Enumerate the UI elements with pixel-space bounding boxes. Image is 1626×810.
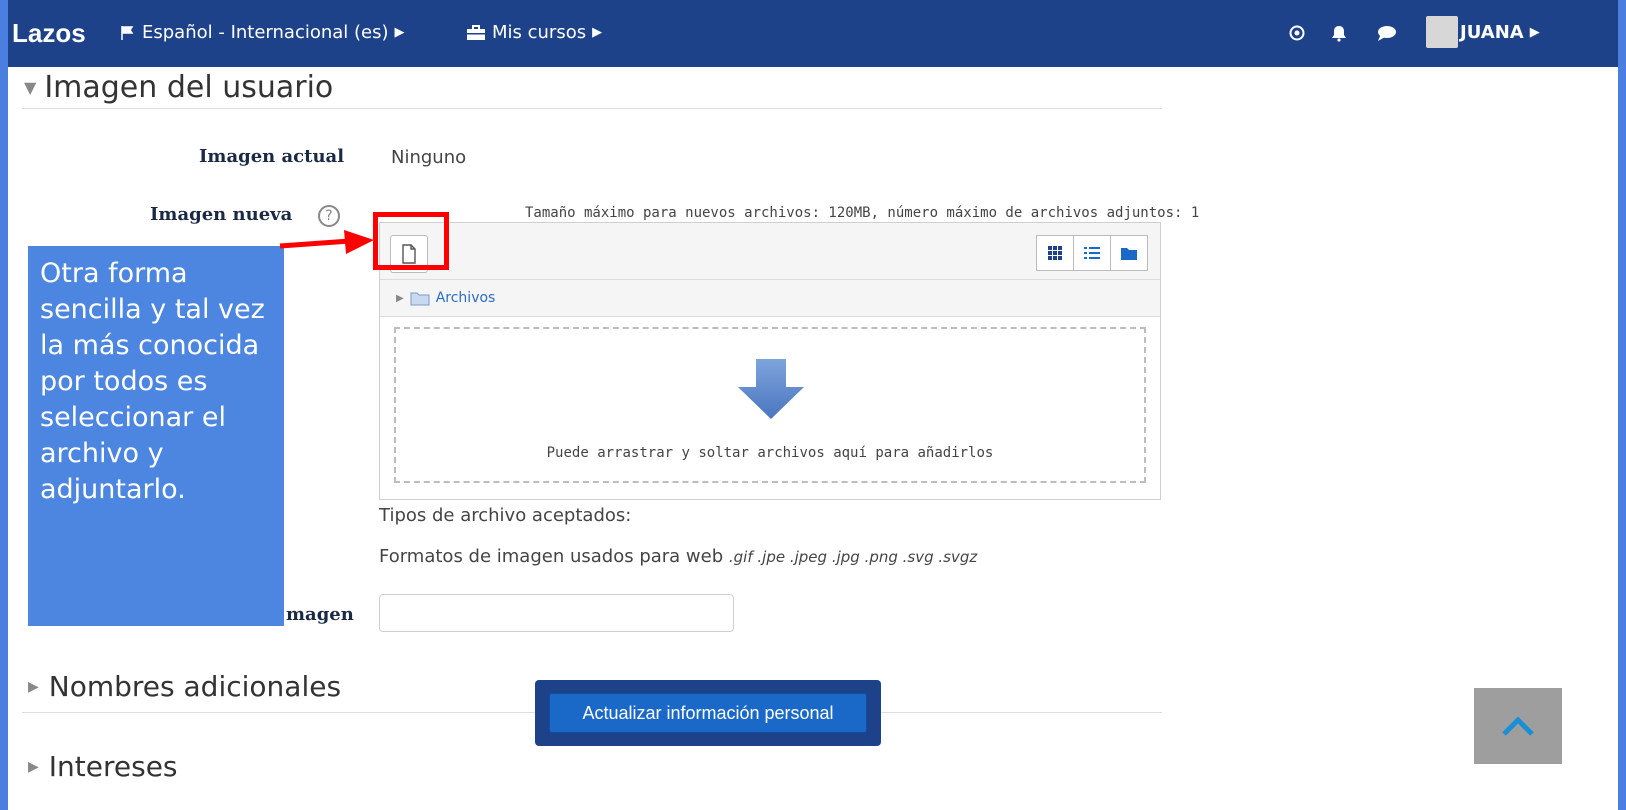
divider <box>22 108 1162 109</box>
formats-extensions: .gif .jpe .jpeg .jpg .png .svg .svgz <box>728 548 978 566</box>
my-courses-menu[interactable]: Mis cursos ▶ <box>466 22 602 43</box>
accepted-types-label: Tipos de archivo aceptados: <box>379 505 632 526</box>
picture-description-label: magen <box>286 604 354 625</box>
language-menu[interactable]: Español - Internacional (es) ▶ <box>120 22 405 43</box>
caret-right-icon: ▶ <box>592 25 603 40</box>
section-additional-names[interactable]: ▶ Nombres adicionales <box>28 670 341 703</box>
new-picture-label: Imagen nueva <box>150 204 293 225</box>
file-picker: ▶ Archivos Puede arrastrar y soltar arch… <box>379 222 1161 500</box>
folder-icon <box>410 292 430 305</box>
help-circle-icon[interactable] <box>1280 16 1314 50</box>
top-navbar: Lazos Español - Internacional (es) ▶ Mis… <box>8 0 1618 67</box>
bell-icon[interactable] <box>1322 16 1356 50</box>
max-file-size: Tamaño máximo para nuevos archivos: 120M… <box>525 205 1200 221</box>
briefcase-icon <box>467 24 485 40</box>
view-icons-button[interactable] <box>1036 235 1074 271</box>
drop-zone[interactable]: Puede arrastrar y soltar archivos aquí p… <box>394 327 1146 483</box>
my-courses-label: Mis cursos <box>492 22 587 43</box>
update-profile-button[interactable]: Actualizar información personal <box>549 693 867 733</box>
user-menu[interactable]: JUANA ▶ <box>1460 22 1540 43</box>
site-brand[interactable]: Lazos <box>12 18 86 49</box>
annotation-callout: Otra forma sencilla y tal vez la más con… <box>28 246 284 626</box>
current-picture-label: Imagen actual <box>199 146 345 167</box>
current-picture-value: Ninguno <box>391 147 467 168</box>
formats-label: Formatos de imagen usados para web <box>379 546 724 567</box>
language-menu-label: Español - Internacional (es) <box>142 22 389 43</box>
folder-icon <box>1121 248 1137 260</box>
picture-description-input[interactable] <box>379 594 734 632</box>
page: Lazos Español - Internacional (es) ▶ Mis… <box>8 0 1618 810</box>
file-picker-toolbar <box>380 223 1160 280</box>
flag-icon <box>121 25 134 40</box>
caret-right-icon: ▶ <box>394 25 405 40</box>
chat-icon[interactable] <box>1370 16 1404 50</box>
view-list-button[interactable] <box>1073 235 1111 271</box>
accepted-formats: Formatos de imagen usados para web .gif … <box>379 546 977 567</box>
annotation-arrow-icon <box>279 230 374 254</box>
section-interests[interactable]: ▶ Intereses <box>28 750 178 783</box>
caret-right-icon: ▶ <box>28 758 39 775</box>
caret-right-icon: ▶ <box>28 678 39 695</box>
drop-zone-text: Puede arrastrar y soltar archivos aquí p… <box>546 445 994 461</box>
section-title: Intereses <box>48 750 178 783</box>
user-name: JUANA <box>1460 22 1524 43</box>
view-tree-button[interactable] <box>1110 235 1148 271</box>
avatar[interactable] <box>1426 16 1458 48</box>
chevron-up-icon <box>1502 716 1534 736</box>
section-user-picture[interactable]: ▼ Imagen del usuario <box>24 70 333 105</box>
section-title: Nombres adicionales <box>48 670 342 703</box>
caret-down-icon: ▼ <box>24 78 37 97</box>
grid-icon <box>1048 246 1062 260</box>
file-picker-path[interactable]: ▶ Archivos <box>380 280 1160 317</box>
folder-label: Archivos <box>435 290 496 306</box>
highlight-box <box>373 212 449 270</box>
caret-right-icon: ▶ <box>1529 25 1540 40</box>
update-button-highlight: Actualizar información personal <box>535 680 881 746</box>
caret-right-icon: ▶ <box>396 292 404 304</box>
section-title: Imagen del usuario <box>44 70 334 105</box>
list-icon <box>1084 247 1100 259</box>
back-to-top-button[interactable] <box>1474 688 1562 764</box>
arrow-down-icon <box>738 359 804 419</box>
